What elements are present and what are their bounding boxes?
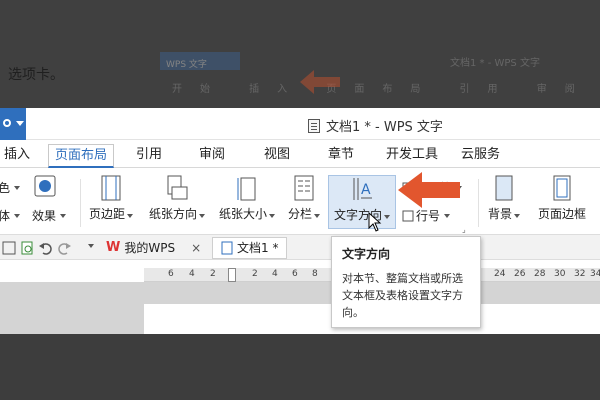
columns-label: 分栏 (288, 205, 320, 222)
window-title: 文档1 * - WPS 文字 (308, 116, 443, 135)
tab-sections[interactable]: 章节 (322, 144, 360, 168)
orientation-button[interactable]: 纸张方向 (144, 175, 210, 229)
chevron-down-icon (16, 121, 24, 126)
margins-button[interactable]: 页边距 (86, 175, 136, 229)
orientation-label: 纸张方向 (149, 205, 205, 222)
ruler-tick: 8 (312, 269, 318, 279)
tooltip-title: 文字方向 (342, 247, 391, 261)
text-direction-button[interactable]: A 文字方向 (328, 175, 396, 229)
background-icon (495, 175, 513, 201)
faded-arrow-icon (300, 70, 340, 94)
quick-access-bar: W 我的WPS × 文档1 * (0, 234, 600, 260)
ruler-tick: 24 (494, 269, 506, 279)
theme-fonts-label: 体 (0, 209, 11, 223)
background-button[interactable]: 背景 (484, 175, 524, 229)
indent-marker[interactable] (228, 268, 236, 282)
ruler-tick: 6 (168, 269, 174, 279)
svg-text:A: A (361, 182, 371, 198)
theme-colors-button[interactable]: 色 (0, 179, 21, 196)
page-size-button[interactable]: 纸张大小 (214, 175, 280, 229)
dialog-launcher-icon[interactable]: ⌟ (462, 225, 466, 234)
faded-ribbon-preview: WPS 文字 文档1 * - WPS 文字 开始 插入 页面布局 引用 审阅 视… (160, 52, 600, 102)
ruler-tick: 6 (292, 269, 298, 279)
effects-icon (34, 175, 56, 197)
ruler-tick: 2 (252, 269, 258, 279)
tab-references[interactable]: 引用 (130, 144, 168, 168)
app-logo-icon (3, 119, 11, 127)
ruler-tick: 28 (534, 269, 546, 279)
app-menu-button[interactable] (0, 108, 26, 140)
tooltip-description: 对本节、整篇文档或所选文本框及表格设置文字方向。 (342, 272, 463, 319)
page-size-label: 纸张大小 (219, 205, 275, 222)
ruler-tick: 34 (590, 269, 600, 279)
chevron-down-icon[interactable] (88, 244, 94, 248)
page-border-icon (553, 175, 571, 201)
ruler-tick: 2 (210, 269, 216, 279)
effects-label: 效果 (32, 209, 57, 223)
faded-tabs: 开始 插入 页面布局 引用 审阅 视图 (172, 84, 600, 95)
wps-logo-icon: W (106, 240, 121, 255)
close-icon[interactable]: × (191, 237, 201, 259)
chevron-down-icon (14, 213, 21, 218)
faded-app-title-text: WPS 文字 (166, 60, 207, 70)
ruler-tick: 30 (554, 269, 566, 279)
chevron-down-icon (444, 213, 451, 218)
page-border-button[interactable]: 页面边框 (532, 175, 592, 229)
faded-app-title: WPS 文字 (160, 52, 240, 70)
separator (478, 179, 479, 227)
line-numbers-icon (402, 210, 414, 221)
theme-fonts-button[interactable]: 体 (0, 207, 21, 224)
columns-icon (294, 175, 314, 201)
redo-icon[interactable] (58, 241, 72, 255)
margins-icon (101, 175, 121, 201)
document-icon (221, 241, 233, 255)
tab-view[interactable]: 视图 (258, 144, 296, 168)
save-icon[interactable] (2, 241, 16, 255)
background-label: 背景 (488, 205, 520, 222)
faded-doc-title: 文档1 * - WPS 文字 (450, 58, 540, 69)
margins-label: 页边距 (89, 205, 133, 222)
ruler-tick: 26 (514, 269, 526, 279)
mouse-cursor-icon (368, 212, 382, 232)
text-direction-icon: A (353, 178, 372, 200)
chevron-down-icon (60, 213, 67, 218)
ruler-tick: 4 (272, 269, 278, 279)
print-preview-icon[interactable] (20, 241, 34, 255)
tab-insert[interactable]: 插入 (0, 144, 36, 168)
theme-colors-label: 色 (0, 181, 11, 195)
ruler-tick: 32 (574, 269, 586, 279)
chevron-down-icon (14, 185, 21, 190)
tab-developer[interactable]: 开发工具 (380, 144, 444, 168)
orientation-icon (167, 175, 188, 200)
ribbon-panel: 色 体 效果 页边距 纸张方向 纸张大小 分栏 A 文字方向 行号 ⌟ 背景 页… (0, 169, 600, 234)
tab-review[interactable]: 审阅 (193, 144, 231, 168)
tab-cloud[interactable]: 云服务 (455, 144, 506, 168)
title-bar: 文档1 * - WPS 文字 (0, 108, 600, 140)
effects-label-button[interactable]: 效果 (32, 207, 67, 224)
separator (80, 179, 81, 227)
dimmed-background: 选项卡。 WPS 文字 文档1 * - WPS 文字 开始 插入 页面布局 引用… (0, 0, 600, 108)
dimmed-background-bottom (0, 334, 600, 400)
my-wps-label: 我的WPS (124, 241, 176, 255)
effects-button[interactable] (34, 175, 56, 197)
text-direction-tooltip: 文字方向 对本节、整篇文档或所选文本框及表格设置文字方向。 (331, 236, 481, 328)
tab-document1[interactable]: 文档1 * (212, 237, 288, 259)
columns-button[interactable]: 分栏 (284, 175, 324, 229)
window-title-text: 文档1 * - WPS 文字 (326, 120, 443, 135)
tab-my-wps[interactable]: W 我的WPS × (106, 237, 201, 259)
undo-icon[interactable] (38, 241, 52, 255)
page-size-icon (237, 177, 256, 201)
ribbon-tabs: 插入 页面布局 引用 审阅 视图 章节 开发工具 云服务 (0, 140, 600, 168)
faded-instruction-text: 选项卡。 (8, 67, 64, 83)
annotation-arrow-icon (398, 172, 460, 208)
document1-label: 文档1 * (237, 241, 279, 255)
ruler-tick: 4 (189, 269, 195, 279)
page-border-label: 页面边框 (537, 207, 586, 221)
document-icon (308, 118, 320, 133)
wps-window: 文档1 * - WPS 文字 插入 页面布局 引用 审阅 视图 章节 开发工具 … (0, 108, 600, 334)
tab-page-layout[interactable]: 页面布局 (48, 144, 115, 168)
